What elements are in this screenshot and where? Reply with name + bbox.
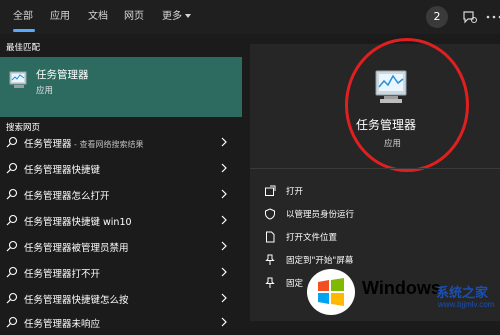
tab-documents[interactable]: 文档: [88, 10, 108, 24]
best-match-item[interactable]: 任务管理器 应用: [0, 57, 242, 117]
divider: [250, 168, 500, 169]
pin-icon: [265, 277, 275, 288]
search-icon: [6, 214, 18, 226]
web-result-label: 任务管理器快捷键 win10: [24, 217, 132, 228]
windows-logo-icon: [307, 269, 355, 315]
watermark-suffix: 系统之家: [436, 286, 489, 301]
action-label: 固定到"开始"屏幕: [286, 256, 354, 266]
feedback-icon[interactable]: [460, 7, 480, 27]
best-match-subtitle: 应用: [36, 86, 54, 96]
chevron-right-icon: [221, 137, 227, 147]
tab-apps[interactable]: 应用: [50, 10, 70, 24]
chevron-right-icon: [221, 293, 227, 303]
chevron-right-icon: [221, 267, 227, 277]
pin-icon: [265, 254, 275, 265]
search-icon: [6, 266, 18, 278]
watermark-url: www.bjjmlv.com: [438, 300, 495, 309]
highlight-annotation: [345, 38, 469, 172]
tab-more[interactable]: 更多: [162, 10, 182, 24]
shield-icon: [265, 208, 275, 220]
more-options-icon[interactable]: [484, 7, 500, 27]
search-icon: [6, 316, 18, 328]
web-result-item[interactable]: 任务管理器快捷键怎么按: [0, 285, 242, 311]
watermark: Windows 系统之家 www.bjjmlv.com: [298, 268, 498, 316]
web-result-item[interactable]: 任务管理器快捷键 win10: [0, 207, 242, 233]
web-result-label: 任务管理器未响应: [24, 319, 101, 330]
results-pane: 最佳匹配 任务管理器 应用 搜索网页 任务管理器 - 查看网络搜索结果 任务管理…: [0, 34, 242, 330]
web-result-item[interactable]: 任务管理器 - 查看网络搜索结果: [0, 129, 242, 155]
action-label: 打开文件位置: [286, 233, 338, 243]
chevron-right-icon: [221, 215, 227, 225]
best-match-heading: 最佳匹配: [6, 43, 41, 53]
web-result-item[interactable]: 任务管理器怎么打开: [0, 181, 242, 207]
web-result-label: 任务管理器被管理员禁用: [24, 243, 129, 254]
web-result-label: 任务管理器快捷键怎么按: [24, 295, 129, 306]
file-icon: [266, 231, 275, 243]
active-tab-indicator: [13, 29, 35, 32]
action-label: 以管理员身份运行: [286, 210, 355, 220]
search-tabs-bar: 全部 应用 文档 网页 更多 2: [0, 0, 500, 34]
web-result-item[interactable]: 任务管理器打不开: [0, 259, 242, 285]
search-icon: [6, 188, 18, 200]
web-result-label: 任务管理器快捷键: [24, 165, 101, 176]
chevron-right-icon: [221, 163, 227, 173]
web-result-item[interactable]: 任务管理器快捷键: [0, 155, 242, 181]
action-label: 打开: [286, 187, 304, 197]
chevron-right-icon: [221, 189, 227, 199]
watermark-brand: Windows: [362, 278, 441, 298]
chevron-down-icon: [185, 14, 191, 18]
chevron-right-icon: [221, 241, 227, 251]
tab-web[interactable]: 网页: [124, 10, 144, 24]
tab-all[interactable]: 全部: [13, 10, 33, 24]
web-result-item[interactable]: 任务管理器被管理员禁用: [0, 233, 242, 259]
search-icon: [6, 292, 18, 304]
search-icon: [6, 240, 18, 252]
search-icon: [6, 162, 18, 174]
task-manager-icon: [9, 71, 27, 88]
web-result-label: 任务管理器打不开: [24, 269, 101, 280]
search-icon: [6, 136, 18, 148]
rewards-badge[interactable]: 2: [426, 6, 448, 28]
web-result-label: 任务管理器 - 查看网络搜索结果: [24, 139, 144, 150]
web-result-item[interactable]: 任务管理器未响应: [0, 309, 242, 335]
web-result-hint: - 查看网络搜索结果: [71, 140, 144, 149]
best-match-title: 任务管理器: [36, 69, 89, 81]
open-icon: [265, 185, 276, 196]
chevron-right-icon: [221, 317, 227, 327]
web-result-label: 任务管理器怎么打开: [24, 191, 110, 202]
